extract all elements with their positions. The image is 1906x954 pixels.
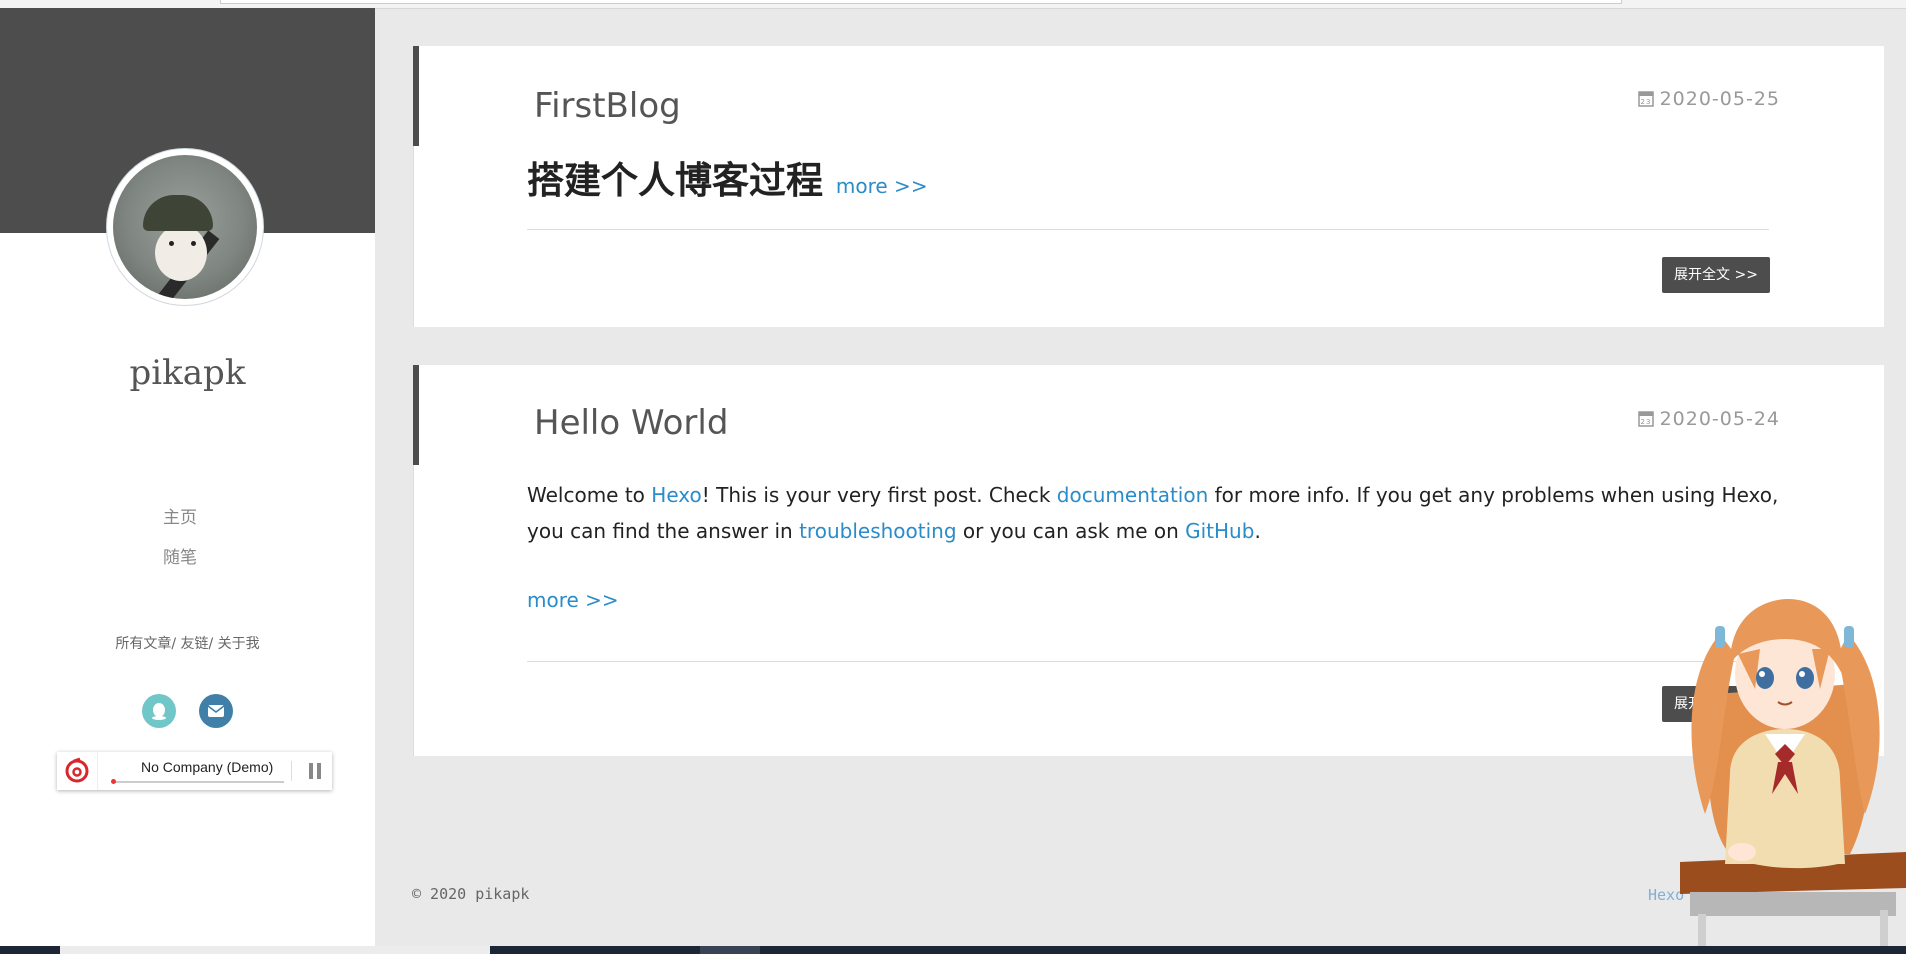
progress-track[interactable] xyxy=(112,781,284,783)
post-card: FirstBlog 23 2020-05-25 搭建个人博客过程 more >> … xyxy=(413,46,1884,327)
svg-text:23: 23 xyxy=(1640,98,1651,106)
calendar-icon: 23 xyxy=(1637,411,1654,427)
post-date: 23 2020-05-25 xyxy=(1637,88,1780,110)
body-text: Welcome to xyxy=(527,483,652,507)
sidebar-nav: 主页 随笔 xyxy=(0,498,360,578)
sidebar-sublinks: 所有文章/ 友链/ 关于我 xyxy=(0,633,375,653)
post-accent-bar xyxy=(413,365,419,465)
post-date: 23 2020-05-24 xyxy=(1637,408,1780,430)
music-player: No Company (Demo) xyxy=(57,752,332,790)
avatar-image xyxy=(113,155,257,299)
calendar-icon: 23 xyxy=(1637,91,1654,107)
svg-text:23: 23 xyxy=(1640,418,1651,426)
body-text: . xyxy=(1254,519,1261,543)
link-separator: / xyxy=(208,636,214,652)
nav-item-home[interactable]: 主页 xyxy=(0,498,360,538)
taskbar-strip xyxy=(0,946,1906,954)
link-all-posts[interactable]: 所有文章 xyxy=(115,636,171,652)
body-text: or you can ask me on xyxy=(956,519,1186,543)
post-divider xyxy=(527,661,1769,662)
excerpt-heading: 搭建个人博客过程 more >> xyxy=(527,150,928,204)
sidebar: pikapk 主页 随笔 所有文章/ 友链/ 关于我 xyxy=(0,8,375,946)
post-accent-bar xyxy=(413,46,419,146)
post-divider xyxy=(527,229,1769,230)
site-name[interactable]: pikapk xyxy=(0,353,375,393)
link-friends[interactable]: 友链 xyxy=(181,636,209,652)
pause-icon[interactable] xyxy=(307,763,323,779)
social-links xyxy=(142,694,251,728)
player-divider xyxy=(291,761,292,781)
post-date-text: 2020-05-25 xyxy=(1659,88,1780,110)
link-separator: / xyxy=(171,636,177,652)
link-about[interactable]: 关于我 xyxy=(218,636,260,652)
body-text: ! This is your very first post. Check xyxy=(701,483,1057,507)
link-troubleshooting[interactable]: troubleshooting xyxy=(799,519,956,543)
link-github[interactable]: GitHub xyxy=(1185,519,1254,543)
qq-icon[interactable] xyxy=(142,694,176,728)
nav-item-essays[interactable]: 随笔 xyxy=(0,538,360,578)
mail-icon[interactable] xyxy=(199,694,234,728)
link-hexo[interactable]: Hexo xyxy=(651,483,701,507)
live2d-mascot[interactable] xyxy=(1660,594,1906,946)
excerpt-heading-text: 搭建个人博客过程 xyxy=(527,159,823,202)
progress-handle[interactable] xyxy=(111,779,116,784)
netease-music-icon[interactable] xyxy=(57,752,98,790)
post-date-text: 2020-05-24 xyxy=(1659,408,1780,430)
more-link[interactable]: more >> xyxy=(836,174,928,198)
footer-copyright: © 2020 pikapk xyxy=(412,885,530,903)
more-link[interactable]: more >> xyxy=(527,588,619,612)
read-more-button[interactable]: 展开全文 >> xyxy=(1662,257,1770,293)
address-bar-edge xyxy=(220,0,1622,4)
avatar[interactable] xyxy=(106,148,264,306)
link-documentation[interactable]: documentation xyxy=(1057,483,1208,507)
post-body: Welcome to Hexo! This is your very first… xyxy=(527,477,1797,549)
post-title[interactable]: FirstBlog xyxy=(534,86,681,126)
post-title[interactable]: Hello World xyxy=(534,403,728,443)
